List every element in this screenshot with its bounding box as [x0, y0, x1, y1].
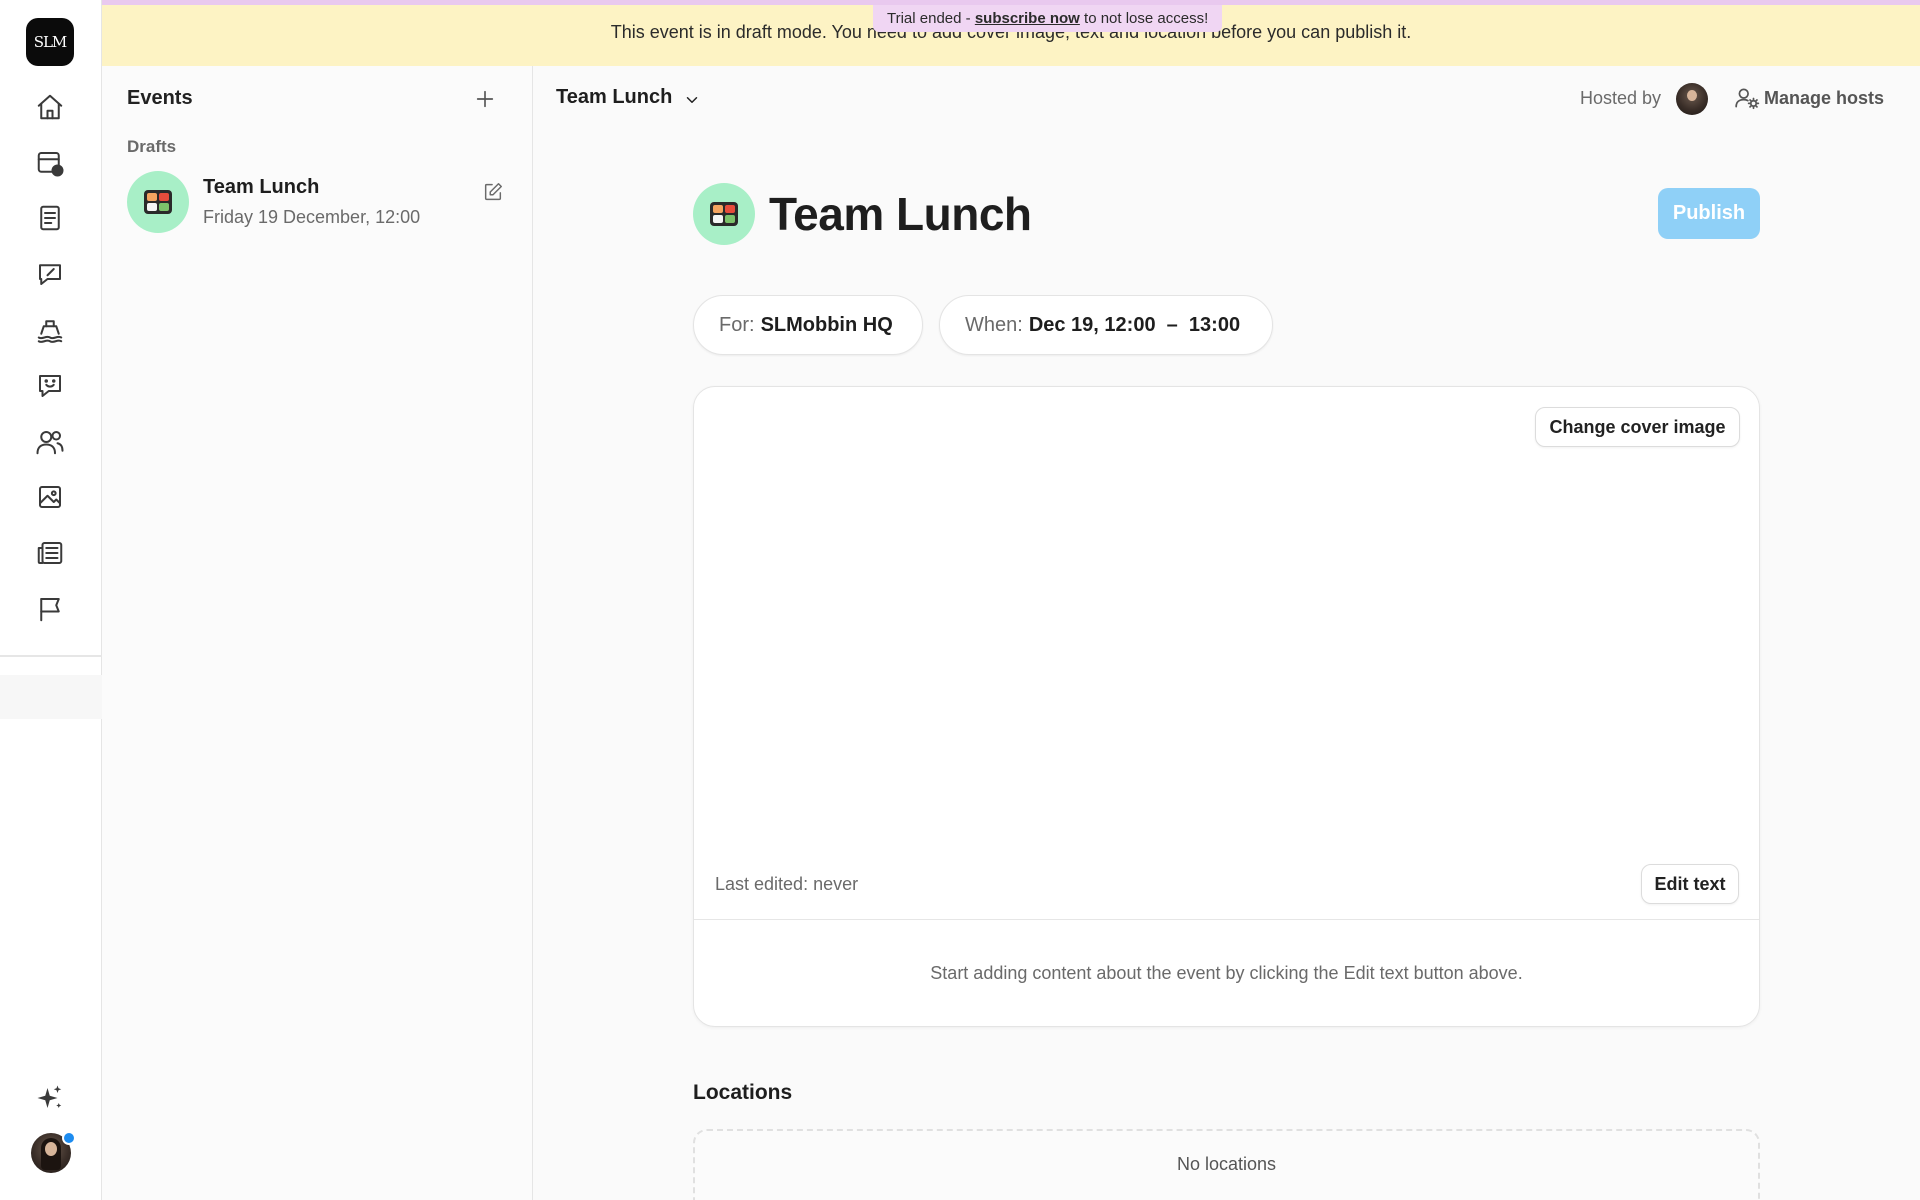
notification-dot: [62, 1131, 76, 1145]
drafts-section-label: Drafts: [127, 137, 177, 156]
event-selector-title[interactable]: Team Lunch: [556, 86, 672, 109]
change-cover-image-button[interactable]: Change cover image: [1535, 407, 1740, 447]
when-label: When:: [965, 313, 1023, 336]
card-divider: [694, 919, 1759, 920]
for-value: SLMobbin HQ: [760, 313, 893, 336]
event-item-name: Team Lunch: [203, 176, 320, 198]
event-item-date: Friday 19 December, 12:00: [203, 207, 421, 227]
event-title[interactable]: Team Lunch: [769, 187, 1032, 241]
add-event-button[interactable]: [470, 84, 500, 114]
book-icon[interactable]: [30, 198, 70, 238]
users-icon[interactable]: [30, 422, 70, 462]
events-panel: Events Drafts Team Lunch Friday 19 Decem…: [102, 66, 533, 1200]
edit-text-button[interactable]: Edit text: [1641, 864, 1739, 904]
newspaper-icon[interactable]: [30, 533, 70, 573]
ship-icon[interactable]: [30, 310, 70, 350]
rail-band: [0, 675, 102, 719]
draft-banner: This event is in draft mode. You need to…: [102, 0, 1920, 66]
edit-icon[interactable]: [480, 179, 506, 205]
last-edited-text: Last edited: never: [715, 874, 859, 894]
chat-smile-icon[interactable]: [30, 366, 70, 406]
locations-heading: Locations: [693, 1081, 793, 1104]
image-icon[interactable]: [30, 477, 70, 517]
manage-hosts-button[interactable]: Manage hosts: [1734, 84, 1884, 112]
plus-icon: [476, 90, 494, 108]
event-list-item[interactable]: Team Lunch Friday 19 December, 12:00: [102, 171, 532, 247]
event-header-bar: Team Lunch Hosted by Manage hosts: [534, 66, 1920, 132]
calendar-clock-icon[interactable]: [30, 143, 70, 183]
audience-pill[interactable]: For: SLMobbin HQ: [693, 295, 923, 355]
chat-edit-icon[interactable]: [30, 254, 70, 294]
hosted-by-label: Hosted by: [1580, 88, 1662, 108]
trial-banner: Trial ended - subscribe now to not lose …: [873, 5, 1223, 32]
bento-box-icon: [710, 202, 738, 226]
host-avatar[interactable]: [1676, 83, 1708, 115]
flag-icon[interactable]: [30, 589, 70, 629]
chevron-down-icon[interactable]: [680, 88, 704, 112]
no-locations-text: No locations: [1176, 1154, 1277, 1174]
content-hint: Start adding content about the event by …: [930, 963, 1523, 983]
when-value: Dec 19, 12:00 – 13:00: [1028, 313, 1241, 336]
app-logo[interactable]: SLM: [26, 18, 74, 66]
sparkles-icon[interactable]: [30, 1078, 70, 1118]
home-icon[interactable]: [30, 87, 70, 127]
when-pill[interactable]: When: Dec 19, 12:00 – 13:00: [939, 295, 1273, 355]
trial-suffix: to not lose access!: [1079, 10, 1209, 27]
rail-divider: [0, 655, 102, 657]
subscribe-link[interactable]: subscribe now: [975, 10, 1080, 27]
for-label: For:: [719, 313, 755, 336]
events-title: Events: [127, 87, 193, 109]
user-gear-icon: [1735, 88, 1760, 110]
event-content-card: Change cover image Last edited: never Ed…: [693, 386, 1760, 1027]
locations-box[interactable]: No locations: [693, 1129, 1760, 1200]
publish-button[interactable]: Publish: [1658, 188, 1760, 239]
bento-box-icon: [127, 171, 189, 233]
manage-hosts-label: Manage hosts: [1764, 87, 1885, 108]
left-rail: SLM: [0, 0, 102, 1200]
trial-prefix: Trial ended -: [887, 10, 975, 27]
event-emoji-avatar[interactable]: [693, 183, 755, 245]
